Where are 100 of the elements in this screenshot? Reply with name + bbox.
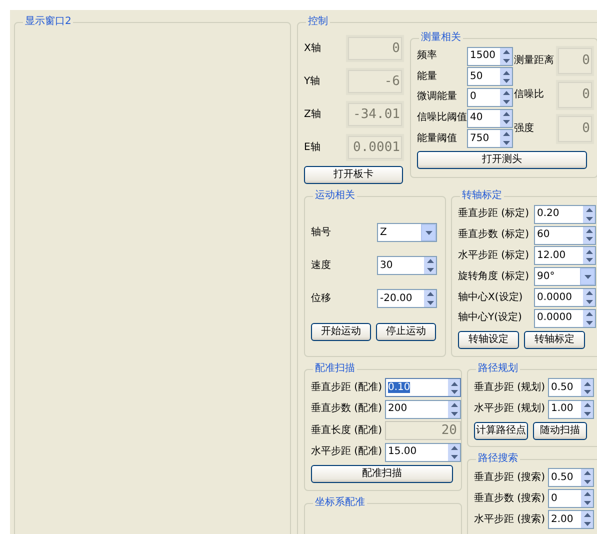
group-title: 显示窗口2: [24, 16, 72, 28]
number-field[interactable]: 12.00: [534, 246, 596, 266]
spin-buttons[interactable]: [580, 400, 593, 418]
push-button[interactable]: 打开测头: [417, 150, 587, 169]
spin-buttons[interactable]: [582, 226, 595, 244]
spin-buttons[interactable]: [499, 110, 512, 127]
field-label: 轴中心X(设定): [458, 292, 524, 304]
caret-icon: [424, 230, 432, 234]
spin-buttons[interactable]: [447, 379, 460, 396]
dropdown-field[interactable]: Z: [377, 223, 437, 242]
number-field[interactable]: 60: [534, 226, 596, 245]
reading-label: 测量距离: [514, 55, 555, 67]
spin-buttons[interactable]: [499, 68, 512, 86]
group-title: 配准扫描: [314, 363, 356, 375]
number-field[interactable]: -20.00: [377, 289, 437, 308]
spin-buttons[interactable]: [447, 444, 460, 461]
push-button[interactable]: 打开板卡: [304, 166, 403, 184]
number-field[interactable]: 40: [467, 108, 513, 128]
field-label: 水平步距 (标定): [458, 250, 530, 262]
reading-label: 信噪比: [514, 89, 545, 101]
field-label: 垂直步数 (搜索): [474, 492, 546, 504]
spin-buttons[interactable]: [580, 469, 593, 486]
field-label: 垂直步数 (配准): [311, 403, 383, 416]
number-field[interactable]: 0.50: [548, 468, 594, 487]
number-field[interactable]: 0.20: [534, 204, 596, 224]
number-field[interactable]: 1500: [467, 46, 513, 66]
spin-buttons[interactable]: [499, 88, 512, 106]
number-field[interactable]: 30: [377, 256, 437, 275]
push-button[interactable]: 转轴设定: [458, 330, 519, 349]
field-label: 垂直长度 (配准): [311, 424, 383, 437]
axis-label: Z轴: [304, 108, 322, 120]
readout-display: 0: [556, 114, 594, 144]
field-label: 能量阈值: [417, 132, 458, 145]
readout-display: 0.0001: [346, 134, 404, 161]
reading-label: 强度: [514, 123, 535, 135]
field-label: 垂直步数 (标定): [458, 229, 530, 242]
field-label: 水平步距 (配准): [311, 446, 383, 458]
spin-buttons[interactable]: [580, 511, 593, 528]
field-label: 频率: [417, 50, 438, 62]
field-label: 旋转角度 (标定): [458, 270, 530, 283]
spin-buttons[interactable]: [580, 379, 593, 396]
spin-buttons[interactable]: [582, 206, 595, 223]
number-field[interactable]: 0.0000: [534, 288, 596, 308]
dropdown-button[interactable]: [580, 268, 595, 286]
group-title: 路径搜索: [477, 453, 519, 465]
group-title: 路径规划: [477, 363, 519, 375]
number-field[interactable]: 0.0000: [534, 308, 596, 328]
spin-buttons[interactable]: [423, 290, 436, 307]
spin-buttons[interactable]: [582, 310, 595, 327]
push-button[interactable]: 停止运动: [376, 323, 436, 341]
readout-display: -6: [346, 68, 404, 95]
axis-label: E轴: [304, 142, 322, 154]
field-label: 微调能量: [417, 91, 458, 104]
number-field[interactable]: 0.10: [385, 378, 461, 398]
readout-display: 0: [556, 46, 594, 76]
spin-buttons[interactable]: [582, 289, 595, 306]
field-label: 位移: [311, 292, 332, 304]
readout-display: 0: [346, 35, 404, 62]
number-field[interactable]: 1.00: [548, 400, 594, 419]
number-field[interactable]: 0.50: [548, 378, 594, 398]
field-label: 水平步距 (规划): [474, 403, 546, 416]
spin-buttons[interactable]: [423, 257, 436, 274]
spin-buttons[interactable]: [499, 130, 512, 148]
spin-buttons[interactable]: [499, 48, 512, 65]
spin-buttons[interactable]: [582, 247, 595, 264]
group-title: 运动相关: [314, 190, 356, 202]
number-field[interactable]: 200: [385, 400, 461, 419]
dropdown-button[interactable]: [421, 224, 436, 241]
number-field[interactable]: 750: [467, 129, 513, 148]
push-button[interactable]: 计算路径点: [474, 422, 528, 440]
spin-buttons[interactable]: [580, 490, 593, 507]
number-field[interactable]: 0: [467, 88, 513, 107]
number-field[interactable]: 15.00: [385, 442, 461, 462]
field-label: 轴中心Y(设定): [458, 312, 523, 324]
field-label: 水平步距 (搜索): [474, 514, 546, 526]
number-field[interactable]: 0: [548, 489, 594, 508]
group-title: 测量相关: [420, 32, 462, 44]
number-field[interactable]: 2.00: [548, 510, 594, 529]
number-field[interactable]: 50: [467, 67, 513, 86]
push-button[interactable]: 配准扫描: [311, 465, 453, 483]
field-label: 速度: [311, 260, 332, 272]
field-label: 垂直步距 (规划): [474, 382, 546, 394]
caret-icon: [584, 274, 592, 279]
group-title: 转轴标定: [461, 190, 503, 202]
field-label: 垂直步距 (搜索): [474, 472, 546, 484]
axis-label: Y轴: [304, 76, 322, 88]
group-title: 控制: [307, 16, 329, 28]
field-label: 轴号: [311, 226, 332, 238]
field-label: 垂直步距 (配准): [311, 382, 383, 394]
spin-buttons[interactable]: [447, 400, 460, 418]
axis-label: X轴: [304, 42, 322, 54]
group-title: 坐标系配准: [314, 497, 366, 509]
push-button[interactable]: 转轴标定: [524, 330, 585, 349]
field-label: 垂直步距 (标定): [458, 208, 530, 220]
field-label: 能量: [417, 70, 438, 83]
readout-display: -34.01: [346, 101, 404, 128]
dropdown-field[interactable]: 90°: [534, 267, 596, 286]
push-button[interactable]: 随动扫描: [533, 422, 587, 440]
push-button[interactable]: 开始运动: [311, 323, 371, 341]
readout-display: 0: [556, 80, 594, 110]
